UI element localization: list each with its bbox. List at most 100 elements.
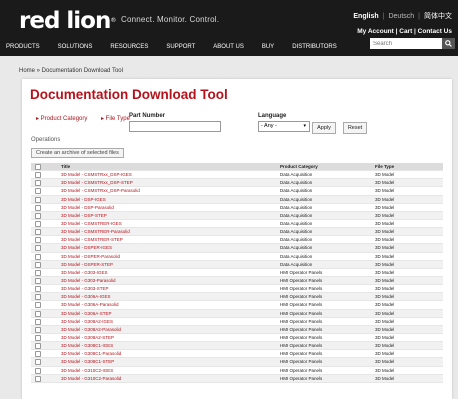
row-checkbox[interactable]	[35, 334, 41, 341]
row-checkbox[interactable]	[35, 302, 41, 309]
header-product-category[interactable]: Product Category	[280, 163, 318, 171]
row-category: Data Acquisition	[280, 220, 313, 226]
row-checkbox[interactable]	[35, 220, 41, 227]
product-category-filter[interactable]: ▸ Product Category	[36, 115, 87, 122]
row-title-link[interactable]: 3D Model - CSMSTRER-Parasolid	[61, 228, 130, 236]
row-title-link[interactable]: 3D Model - G308C1-IGES	[61, 342, 113, 350]
row-checkbox[interactable]	[35, 237, 41, 244]
account-links[interactable]: My Account | Cart | Contact Us	[357, 28, 452, 35]
breadcrumb[interactable]: Home » Documentation Download Tool	[19, 68, 123, 74]
row-checkbox[interactable]	[35, 359, 41, 366]
table-row: 3D Model - G303-IGES HMI Operator Panels 3…	[31, 269, 443, 277]
table-row: 3D Model - DSPER-Parasolid Data Acquisiti…	[31, 253, 443, 261]
row-checkbox[interactable]	[35, 245, 41, 252]
language-select[interactable]: - Any - ▾	[258, 121, 310, 132]
table-row: 3D Model - G308C1-IGES HMI Operator Panel…	[31, 342, 443, 351]
row-title-link[interactable]: 3D Model - DSP-IGES	[61, 196, 106, 204]
row-checkbox[interactable]	[35, 261, 41, 268]
row-title-link[interactable]: 3D Model - G308A2-Parasolid	[61, 326, 121, 334]
row-category: HMI Operator Panels	[280, 375, 323, 381]
select-all-checkbox[interactable]	[35, 164, 41, 170]
row-title-link[interactable]: 3D Model - G303-IGES	[61, 269, 108, 277]
row-checkbox[interactable]	[35, 196, 41, 203]
lang-english[interactable]: English	[353, 13, 378, 20]
row-title-link[interactable]: 3D Model - G303-Parasolid	[61, 277, 116, 285]
apply-button[interactable]: Apply	[312, 122, 336, 134]
row-category: HMI Operator Panels	[280, 277, 323, 283]
row-checkbox[interactable]	[35, 212, 41, 219]
row-title-link[interactable]: 3D Model - DSPER-STEP	[61, 261, 113, 269]
main-nav: PRODUCTS SOLUTIONS RESOURCES SUPPORT ABOUT U…	[6, 44, 355, 50]
row-file-type: 3D Model	[375, 318, 395, 324]
row-title-link[interactable]: 3D Model - DSP-STEP	[61, 212, 107, 220]
lang-chinese[interactable]: 简体中文	[424, 11, 452, 21]
row-title-link[interactable]: 3D Model - DSPER-IGES	[61, 244, 112, 252]
row-title-link[interactable]: 3D Model - G306A-Parasolid	[61, 301, 119, 309]
reset-button[interactable]: Reset	[343, 122, 367, 134]
row-title-link[interactable]: 3D Model - G308C1-STEP	[61, 358, 114, 366]
nav-products[interactable]: PRODUCTS	[6, 44, 40, 50]
row-checkbox[interactable]	[35, 286, 41, 293]
row-title-link[interactable]: 3D Model - CSMSTRxx_DSP-STEP	[61, 179, 133, 187]
row-file-type: 3D Model	[375, 245, 395, 251]
row-title-link[interactable]: 3D Model - G310C2-Parasolid	[61, 375, 121, 383]
row-checkbox[interactable]	[35, 375, 41, 382]
row-category: Data Acquisition	[280, 245, 313, 251]
row-file-type: 3D Model	[375, 326, 395, 332]
search-icon[interactable]	[442, 38, 455, 49]
row-checkbox[interactable]	[35, 318, 41, 325]
row-title-link[interactable]: 3D Model - G306A-IGES	[61, 293, 111, 301]
row-checkbox[interactable]	[35, 310, 41, 317]
row-checkbox[interactable]	[35, 253, 41, 260]
table-row: 3D Model - G308A2-Parasolid HMI Operator …	[31, 325, 443, 334]
row-checkbox[interactable]	[35, 204, 41, 211]
row-title-link[interactable]: 3D Model - G308A2-STEP	[61, 334, 114, 342]
table-header: Title Product Category File Type	[31, 163, 443, 172]
nav-resources[interactable]: RESOURCES	[110, 44, 148, 50]
row-checkbox[interactable]	[35, 367, 41, 374]
row-checkbox[interactable]	[35, 229, 41, 236]
nav-distributors[interactable]: DISTRIBUTORS	[292, 44, 337, 50]
row-file-type: 3D Model	[375, 375, 395, 381]
row-category: HMI Operator Panels	[280, 302, 323, 308]
row-checkbox[interactable]	[35, 277, 41, 284]
row-file-type: 3D Model	[375, 277, 395, 283]
part-number-input[interactable]	[129, 121, 221, 132]
row-checkbox[interactable]	[35, 188, 41, 195]
row-category: HMI Operator Panels	[280, 326, 323, 332]
row-title-link[interactable]: 3D Model - G303-STEP	[61, 285, 109, 293]
row-checkbox[interactable]	[35, 326, 41, 333]
row-checkbox[interactable]	[35, 343, 41, 350]
lang-deutsch[interactable]: Deutsch	[388, 13, 414, 20]
red-lion-logo[interactable]: red lion®	[19, 9, 116, 33]
create-archive-button[interactable]: Create an archive of selected files	[31, 148, 124, 158]
file-type-filter[interactable]: ▸ File Type	[101, 115, 130, 122]
row-title-link[interactable]: 3D Model - G308C1-Parasolid	[61, 350, 121, 358]
row-title-link[interactable]: 3D Model - G310C2-IGES	[61, 367, 113, 375]
search-input[interactable]	[370, 38, 442, 49]
row-file-type: 3D Model	[375, 220, 395, 226]
row-title-link[interactable]: 3D Model - CSMSTRxx_DSP-IGES	[61, 171, 132, 179]
row-title-link[interactable]: 3D Model - G308A2-IGES	[61, 318, 113, 326]
row-title-link[interactable]: 3D Model - DSPER-Parasolid	[61, 253, 120, 261]
row-checkbox[interactable]	[35, 180, 41, 187]
nav-support[interactable]: SUPPORT	[166, 44, 195, 50]
nav-about-us[interactable]: ABOUT US	[213, 44, 244, 50]
row-file-type: 3D Model	[375, 359, 395, 365]
row-title-link[interactable]: 3D Model - G306A-STEP	[61, 310, 112, 318]
nav-solutions[interactable]: SOLUTIONS	[58, 44, 93, 50]
row-category: Data Acquisition	[280, 180, 313, 186]
row-checkbox[interactable]	[35, 351, 41, 358]
row-title-link[interactable]: 3D Model - CSMSTRxx_DSP-Parasolid	[61, 187, 140, 195]
row-file-type: 3D Model	[375, 310, 395, 316]
row-title-link[interactable]: 3D Model - DSP-Parasolid	[61, 204, 114, 212]
header-file-type[interactable]: File Type	[375, 163, 394, 171]
row-checkbox[interactable]	[35, 172, 41, 179]
row-checkbox[interactable]	[35, 269, 41, 276]
nav-buy[interactable]: BUY	[262, 44, 274, 50]
row-checkbox[interactable]	[35, 294, 41, 301]
row-file-type: 3D Model	[375, 302, 395, 308]
header-title[interactable]: Title	[61, 163, 70, 171]
row-title-link[interactable]: 3D Model - CSMSTRER-STEP	[61, 236, 123, 244]
row-title-link[interactable]: 3D Model - CSMSTRER-IGES	[61, 220, 122, 228]
